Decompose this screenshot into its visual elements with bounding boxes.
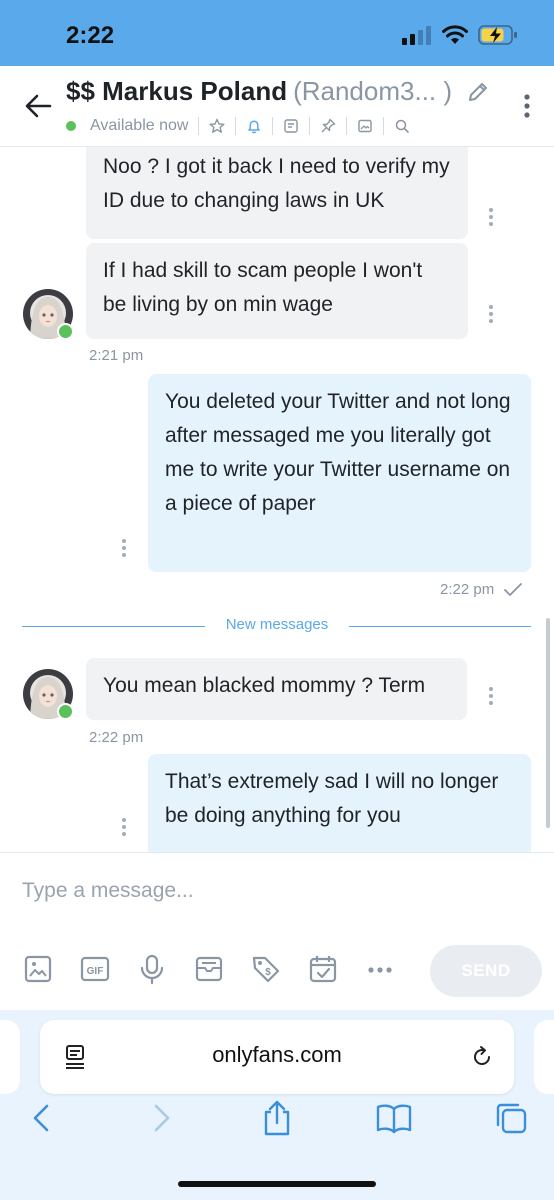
status-icons xyxy=(402,24,518,46)
message-text: If I had skill to scam people I won't be… xyxy=(103,259,423,316)
gif-icon[interactable]: GIF xyxy=(79,953,111,985)
pin-icon[interactable] xyxy=(309,117,336,135)
incoming-message[interactable]: Noo ? I got it back I need to verify my … xyxy=(86,147,468,239)
edit-pencil-icon[interactable] xyxy=(466,80,490,104)
previous-tab[interactable] xyxy=(0,1020,20,1094)
contact-username[interactable]: (Random3... ) xyxy=(293,76,452,107)
message-list[interactable]: Noo ? I got it back I need to verify my … xyxy=(0,147,554,852)
message-composer: GIF $ SEND xyxy=(0,852,554,1011)
new-messages-divider: New messages xyxy=(225,616,329,633)
forward-chevron-icon[interactable] xyxy=(143,1101,177,1135)
chat-title-row[interactable]: $$ Markus Poland (Random3... ) xyxy=(66,76,490,107)
image-icon[interactable] xyxy=(22,953,54,985)
tabs-icon[interactable] xyxy=(494,1101,528,1135)
message-text: You mean blacked mommy ? Term xyxy=(103,674,426,697)
message-timestamp: 2:21 pm xyxy=(89,347,144,364)
next-tab[interactable] xyxy=(534,1020,554,1094)
online-status-dot xyxy=(57,323,74,340)
send-button[interactable]: SEND xyxy=(430,945,542,997)
message-options-icon[interactable] xyxy=(122,539,128,560)
avatar[interactable] xyxy=(23,669,74,720)
microphone-icon[interactable] xyxy=(136,953,168,985)
url-text[interactable]: onlyfans.com xyxy=(40,1042,514,1068)
home-indicator xyxy=(178,1181,376,1187)
message-input[interactable] xyxy=(22,871,522,911)
back-arrow-icon[interactable] xyxy=(22,90,54,122)
status-time: 2:22 xyxy=(66,22,115,49)
price-tag-icon[interactable]: $ xyxy=(250,953,282,985)
chat-header: $$ Markus Poland (Random3... ) Available… xyxy=(0,66,554,147)
bookmarks-icon[interactable] xyxy=(376,1101,412,1135)
status-bar: 2:22 xyxy=(0,0,554,66)
more-options-icon[interactable] xyxy=(524,94,530,118)
scrollbar[interactable] xyxy=(546,618,550,828)
chat-subheader: Available now xyxy=(66,116,410,136)
search-icon[interactable] xyxy=(383,117,410,135)
outgoing-message[interactable]: That’s extremely sad I will no longer be… xyxy=(148,754,531,852)
back-chevron-icon[interactable] xyxy=(26,1101,60,1135)
online-status-dot xyxy=(57,703,74,720)
vault-icon[interactable] xyxy=(193,953,225,985)
incoming-message[interactable]: You mean blacked mommy ? Term xyxy=(86,658,467,720)
incoming-message[interactable]: If I had skill to scam people I won't be… xyxy=(86,243,468,339)
contact-name[interactable]: $$ Markus Poland xyxy=(66,76,287,107)
divider-line xyxy=(22,626,205,627)
message-text: That’s extremely sad I will no longer be… xyxy=(165,770,499,827)
share-icon[interactable] xyxy=(260,1099,294,1136)
more-icon[interactable] xyxy=(364,953,396,985)
reload-icon[interactable] xyxy=(470,1045,494,1069)
message-options-icon[interactable] xyxy=(489,687,495,708)
divider-line xyxy=(349,626,531,627)
message-timestamp: 2:22 pm xyxy=(440,581,495,598)
battery-charging-icon xyxy=(478,24,518,46)
availability-status: Available now xyxy=(90,117,189,134)
message-options-icon[interactable] xyxy=(489,208,495,229)
svg-text:$: $ xyxy=(265,967,271,978)
notes-icon[interactable] xyxy=(272,117,299,135)
cellular-signal-icon xyxy=(402,25,432,45)
star-icon[interactable] xyxy=(198,117,225,135)
message-options-icon[interactable] xyxy=(489,305,495,326)
gallery-icon[interactable] xyxy=(346,117,373,135)
wifi-icon xyxy=(442,25,468,45)
outgoing-message[interactable]: You deleted your Twitter and not long af… xyxy=(148,374,531,572)
schedule-icon[interactable] xyxy=(307,953,339,985)
svg-text:GIF: GIF xyxy=(87,966,104,977)
message-text: Noo ? I got it back I need to verify my … xyxy=(103,155,450,212)
avatar[interactable] xyxy=(23,289,74,340)
bell-icon[interactable] xyxy=(235,117,262,135)
message-text: You deleted your Twitter and not long af… xyxy=(165,390,511,515)
message-timestamp: 2:22 pm xyxy=(89,729,144,746)
message-options-icon[interactable] xyxy=(122,818,128,839)
online-status-dot xyxy=(66,121,76,131)
address-bar[interactable]: onlyfans.com xyxy=(40,1020,514,1094)
read-check-icon xyxy=(503,582,523,598)
